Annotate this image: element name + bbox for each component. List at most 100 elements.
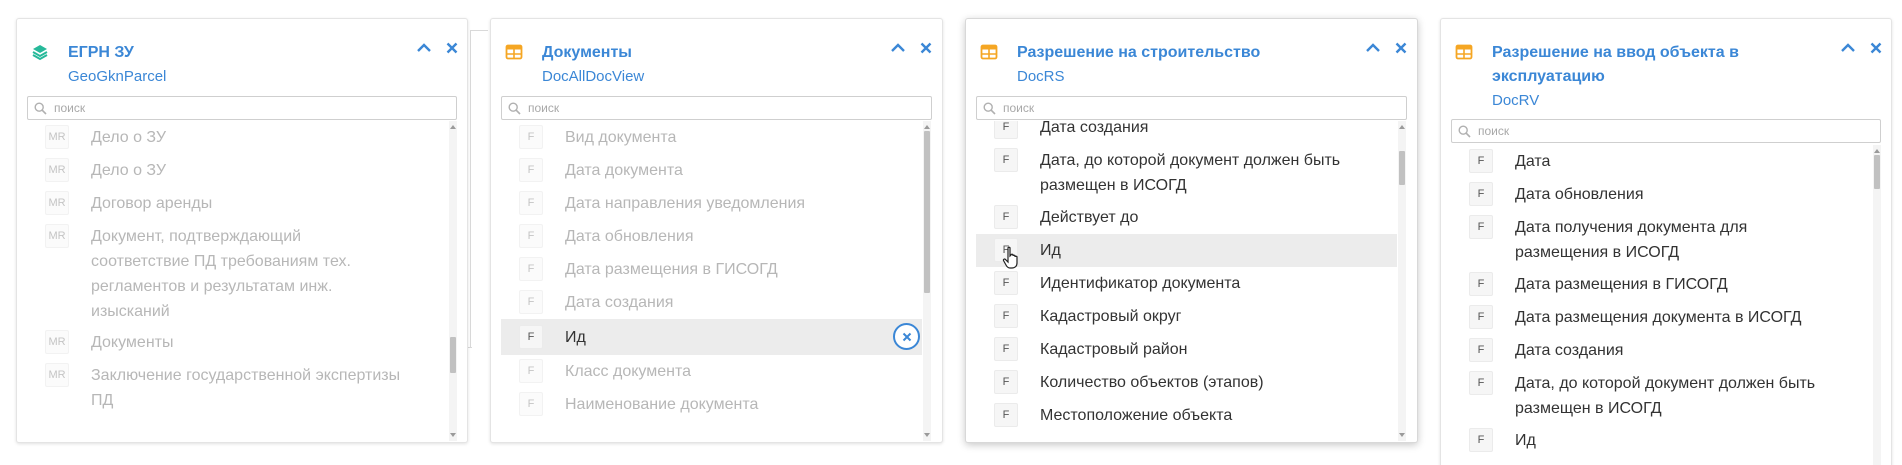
item-label: Ид: [1515, 432, 1536, 449]
collapse-button[interactable]: [413, 37, 435, 59]
search-input[interactable]: [1478, 122, 1876, 140]
chevron-up-icon: [891, 43, 905, 52]
close-icon: [1395, 42, 1407, 54]
search-input[interactable]: [54, 99, 452, 117]
list-item[interactable]: F Дата размещения в ГИСОГД: [501, 253, 922, 286]
search-input[interactable]: [528, 99, 927, 117]
list-item[interactable]: F Дата, до которой документ должен быть …: [1451, 367, 1871, 424]
list-item[interactable]: F Класс документа: [501, 355, 922, 388]
item-type-badge: F: [1469, 338, 1493, 362]
list-item[interactable]: F Кадастровый район: [976, 333, 1397, 366]
close-button[interactable]: [441, 37, 463, 59]
scroll-up-arrow[interactable]: [923, 123, 931, 131]
card-title: Документы: [542, 44, 632, 61]
list-item[interactable]: MR Договор аренды: [27, 187, 447, 220]
list-item-selected[interactable]: F Ид: [501, 319, 922, 355]
item-type-badge: MR: [45, 158, 69, 182]
item-label: Кадастровый район: [1040, 341, 1188, 358]
item-label: Дата обновления: [1515, 186, 1644, 203]
scroll-up-arrow[interactable]: [449, 123, 457, 131]
scrollbar-thumb[interactable]: [924, 131, 930, 293]
list-item[interactable]: F Дата создания: [976, 121, 1397, 144]
field-list: F Дата создания F Дата, до которой докум…: [976, 121, 1397, 441]
list-item[interactable]: F Дата создания: [1451, 334, 1871, 367]
item-label: Ид: [565, 329, 586, 346]
scrollbar[interactable]: [923, 121, 931, 441]
scrollbar-thumb[interactable]: [1399, 151, 1405, 185]
list-item[interactable]: F Идентификатор документа: [976, 267, 1397, 300]
search-box: [27, 96, 457, 120]
list-item[interactable]: MR Дело о ЗУ: [27, 121, 447, 154]
list-item[interactable]: F Дата, до которой документ должен быть …: [976, 144, 1397, 201]
list-item[interactable]: F Дата размещения в ГИСОГД: [1451, 268, 1871, 301]
list-item[interactable]: F Действует до: [976, 201, 1397, 234]
card-title: Разрешение на строительство: [1017, 44, 1261, 61]
list-item[interactable]: MR Документ, подтверждающий соответствие…: [27, 220, 447, 326]
list-item[interactable]: F Дата: [1451, 145, 1871, 178]
close-icon: [920, 42, 932, 54]
collapse-button[interactable]: [887, 37, 909, 59]
list-item[interactable]: F Наименование документа: [501, 388, 922, 421]
card-header: Разрешение на ввод объекта в эксплуатаци…: [1441, 19, 1891, 115]
search-box: [501, 96, 932, 120]
close-button[interactable]: [1390, 37, 1412, 59]
item-label: Вид документа: [565, 129, 677, 146]
item-type-badge: MR: [45, 330, 69, 354]
list-item[interactable]: F Вид документа: [501, 121, 922, 154]
close-button[interactable]: [915, 37, 937, 59]
item-type-badge: F: [994, 370, 1018, 394]
list-item[interactable]: F Количество объектов (этапов): [976, 366, 1397, 399]
item-label: Дата обновления: [565, 228, 694, 245]
item-type-badge: F: [519, 392, 543, 416]
list-item[interactable]: F Дата направления уведомления: [501, 187, 922, 220]
item-type-badge: F: [1469, 272, 1493, 296]
entity-card-docrv: Разрешение на ввод объекта в эксплуатаци…: [1440, 18, 1892, 465]
scroll-down-arrow[interactable]: [1398, 431, 1406, 439]
scrollbar-thumb[interactable]: [1874, 155, 1880, 189]
list-item[interactable]: F Дата получения документа для размещени…: [1451, 211, 1871, 268]
list-item[interactable]: F Дата обновления: [1451, 178, 1871, 211]
item-type-badge: F: [1469, 149, 1493, 173]
list-item-hovered[interactable]: F Ид: [976, 234, 1397, 269]
entity-card-egrn-zu: ЕГРН ЗУ GeoGknParcel MR Дело о ЗУ MR Дел…: [16, 18, 468, 443]
list-item[interactable]: F Дата документа: [501, 154, 922, 187]
collapse-button[interactable]: [1837, 37, 1859, 59]
list-item[interactable]: F Кадастровый округ: [976, 300, 1397, 333]
item-type-badge: F: [994, 148, 1018, 172]
field-list: F Дата F Дата обновления F Дата получени…: [1451, 145, 1871, 465]
list-item[interactable]: F Ид: [1451, 424, 1871, 457]
item-type-badge: F: [994, 121, 1018, 139]
list-item[interactable]: MR Заключение государственной экспертизы…: [27, 359, 447, 419]
item-type-badge: F: [519, 359, 543, 383]
scroll-down-arrow[interactable]: [449, 431, 457, 439]
search-input[interactable]: [1003, 99, 1402, 117]
scrollbar[interactable]: [1873, 145, 1881, 465]
item-label: Дата направления уведомления: [565, 195, 806, 212]
list-item[interactable]: F Дата создания: [501, 286, 922, 319]
item-label: Дата размещения в ГИСОГД: [1515, 276, 1728, 293]
chevron-up-icon: [1841, 43, 1855, 52]
item-label: Заключение государственной экспертизы ПД: [91, 367, 401, 409]
list-item[interactable]: F Дата размещения документа в ИСОГД: [1451, 301, 1871, 334]
collapse-button[interactable]: [1362, 37, 1384, 59]
scrollbar-thumb[interactable]: [450, 337, 456, 373]
item-type-badge: F: [1469, 371, 1493, 395]
chevron-up-icon: [417, 43, 431, 52]
list-item[interactable]: F Местоположение объекта: [976, 399, 1397, 432]
scrollbar[interactable]: [449, 121, 457, 441]
scroll-up-arrow[interactable]: [1398, 123, 1406, 131]
close-icon: [446, 42, 458, 54]
scroll-up-arrow[interactable]: [1873, 147, 1881, 155]
field-list: MR Дело о ЗУ MR Дело о ЗУ MR Договор аре…: [27, 121, 447, 441]
item-label: Класс документа: [565, 363, 692, 380]
close-button[interactable]: [1865, 37, 1887, 59]
table-icon: [980, 44, 998, 60]
list-item[interactable]: MR Документы: [27, 326, 447, 359]
list-item[interactable]: MR Дело о ЗУ: [27, 154, 447, 187]
scroll-down-arrow[interactable]: [923, 431, 931, 439]
list-item[interactable]: F Дата обновления: [501, 220, 922, 253]
search-icon: [508, 102, 521, 115]
remove-link-button[interactable]: [893, 323, 920, 350]
scrollbar[interactable]: [1398, 121, 1406, 441]
item-type-badge: F: [519, 125, 543, 149]
